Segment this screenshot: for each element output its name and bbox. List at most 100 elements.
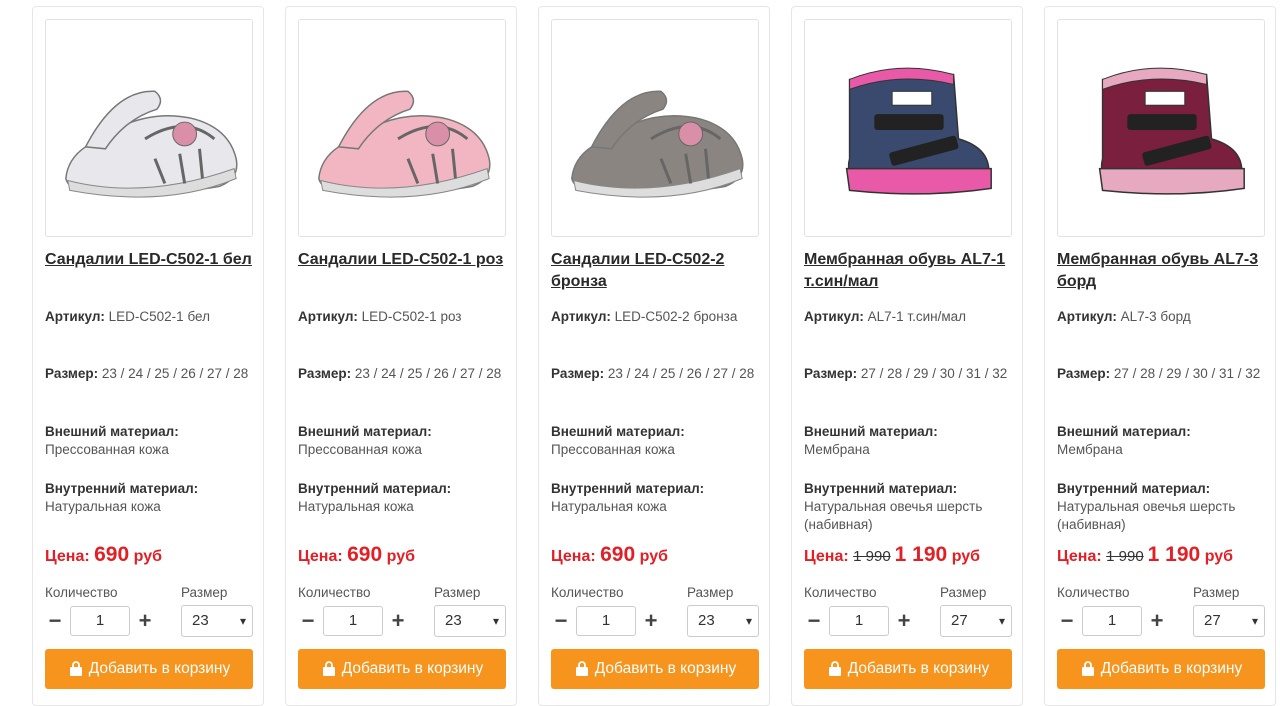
outer-material-field: Внешний материал: Мембрана (804, 423, 1016, 459)
article-field: Артикул: LED-C502-1 роз (298, 308, 510, 326)
add-to-cart-button[interactable]: Добавить в корзину (1057, 649, 1265, 689)
plus-icon[interactable]: + (1147, 608, 1167, 634)
size-value: 23 / 24 / 25 / 26 / 27 / 28 (607, 366, 755, 381)
price-value: 690 (94, 543, 130, 566)
inner-material-label: Внутренний материал: (298, 481, 452, 496)
product-image[interactable] (551, 19, 759, 237)
minus-icon[interactable]: − (551, 608, 571, 634)
quantity-label: Количество (298, 585, 371, 600)
minus-icon[interactable]: − (1057, 608, 1077, 634)
add-to-cart-label: Добавить в корзину (88, 660, 231, 677)
product-image[interactable] (804, 19, 1012, 237)
quantity-label: Количество (804, 585, 877, 600)
plus-icon[interactable]: + (135, 608, 155, 634)
size-value: 27 / 28 / 29 / 30 / 31 / 32 (1113, 366, 1261, 381)
outer-material-label: Внешний материал: (551, 424, 685, 439)
shopping-bag-icon (69, 661, 82, 676)
product-title[interactable]: Сандалии LED-C502-1 бел (45, 249, 257, 271)
article-field: Артикул: LED-C502-2 бронза (551, 308, 763, 326)
size-field: Размер: 23 / 24 / 25 / 26 / 27 / 28 (45, 365, 257, 383)
price: Цена: 690 руб (45, 543, 162, 567)
quantity-input[interactable]: 1 (70, 606, 130, 636)
article-value: LED-C502-2 бронза (614, 309, 738, 324)
chevron-down-icon: ▾ (998, 614, 1005, 628)
add-to-cart-button[interactable]: Добавить в корзину (298, 649, 506, 689)
outer-material-field: Внешний материал: Прессованная кожа (551, 423, 763, 459)
plus-icon[interactable]: + (894, 608, 914, 634)
plus-icon[interactable]: + (388, 608, 408, 634)
chevron-down-icon: ▾ (745, 614, 752, 628)
quantity-stepper: − 1 + (804, 605, 914, 637)
product-card: Сандалии LED-C502-1 роз Артикул: LED-C50… (285, 6, 517, 706)
price-currency: руб (133, 548, 162, 565)
size-value: 27 / 28 / 29 / 30 / 31 / 32 (860, 366, 1008, 381)
article-field: Артикул: AL7-3 борд (1057, 308, 1269, 326)
product-image[interactable] (1057, 19, 1265, 237)
size-select[interactable]: 27 ▾ (940, 605, 1012, 637)
size-label: Размер: (1057, 366, 1111, 381)
quantity-input[interactable]: 1 (323, 606, 383, 636)
price-value: 690 (347, 543, 383, 566)
minus-icon[interactable]: − (45, 608, 65, 634)
minus-icon[interactable]: − (804, 608, 824, 634)
outer-material-value: Прессованная кожа (551, 442, 675, 457)
quantity-label: Количество (45, 585, 118, 600)
quantity-input[interactable]: 1 (829, 606, 889, 636)
quantity-label: Количество (551, 585, 624, 600)
outer-material-field: Внешний материал: Прессованная кожа (45, 423, 257, 459)
quantity-stepper: − 1 + (298, 605, 408, 637)
add-to-cart-label: Добавить в корзину (1100, 660, 1243, 677)
chevron-down-icon: ▾ (239, 614, 246, 628)
minus-icon[interactable]: − (298, 608, 318, 634)
add-to-cart-button[interactable]: Добавить в корзину (45, 649, 253, 689)
product-title[interactable]: Мембранная обувь AL7-3 борд (1057, 249, 1269, 293)
size-select[interactable]: 27 ▾ (1193, 605, 1265, 637)
quantity-input[interactable]: 1 (576, 606, 636, 636)
add-to-cart-button[interactable]: Добавить в корзину (551, 649, 759, 689)
outer-material-field: Внешний материал: Прессованная кожа (298, 423, 510, 459)
price-label: Цена: (45, 548, 90, 565)
inner-material-field: Внутренний материал: Натуральная овечья ш… (1057, 480, 1269, 534)
price: Цена: 1 990 1 190 руб (804, 543, 980, 567)
size-value: 23 / 24 / 25 / 26 / 27 / 28 (354, 366, 502, 381)
size-select[interactable]: 23 ▾ (434, 605, 506, 637)
chevron-down-icon: ▾ (1251, 614, 1258, 628)
inner-material-label: Внутренний материал: (45, 481, 199, 496)
size-select[interactable]: 23 ▾ (687, 605, 759, 637)
product-card: Мембранная обувь AL7-1 т.син/мал Артикул… (791, 6, 1023, 706)
size-select-value: 23 (698, 612, 715, 629)
article-label: Артикул: (298, 309, 358, 324)
add-to-cart-label: Добавить в корзину (594, 660, 737, 677)
outer-material-label: Внешний материал: (298, 424, 432, 439)
inner-material-field: Внутренний материал: Натуральная кожа (298, 480, 510, 516)
size-select-label: Размер (1193, 585, 1240, 600)
size-field: Размер: 23 / 24 / 25 / 26 / 27 / 28 (298, 365, 510, 383)
price-label: Цена: (804, 548, 849, 565)
quantity-label: Количество (1057, 585, 1130, 600)
outer-material-value: Прессованная кожа (45, 442, 169, 457)
size-select-label: Размер (687, 585, 734, 600)
shopping-bag-icon (322, 661, 335, 676)
product-title[interactable]: Мембранная обувь AL7-1 т.син/мал (804, 249, 1016, 293)
article-label: Артикул: (45, 309, 105, 324)
quantity-stepper: − 1 + (45, 605, 155, 637)
price: Цена: 690 руб (298, 543, 415, 567)
size-select-value: 27 (1204, 612, 1221, 629)
product-title[interactable]: Сандалии LED-C502-1 роз (298, 249, 510, 271)
price: Цена: 1 990 1 190 руб (1057, 543, 1233, 567)
product-image[interactable] (45, 19, 253, 237)
add-to-cart-button[interactable]: Добавить в корзину (804, 649, 1012, 689)
article-field: Артикул: AL7-1 т.син/мал (804, 308, 1016, 326)
quantity-input[interactable]: 1 (1082, 606, 1142, 636)
outer-material-value: Мембрана (804, 442, 870, 457)
size-label: Размер: (298, 366, 352, 381)
product-title[interactable]: Сандалии LED-C502-2 бронза (551, 249, 763, 293)
inner-material-value: Натуральная кожа (45, 499, 161, 514)
price-value: 690 (600, 543, 636, 566)
size-select[interactable]: 23 ▾ (181, 605, 253, 637)
article-value: AL7-1 т.син/мал (867, 309, 967, 324)
size-select-value: 23 (192, 612, 209, 629)
plus-icon[interactable]: + (641, 608, 661, 634)
quantity-stepper: − 1 + (551, 605, 661, 637)
product-image[interactable] (298, 19, 506, 237)
